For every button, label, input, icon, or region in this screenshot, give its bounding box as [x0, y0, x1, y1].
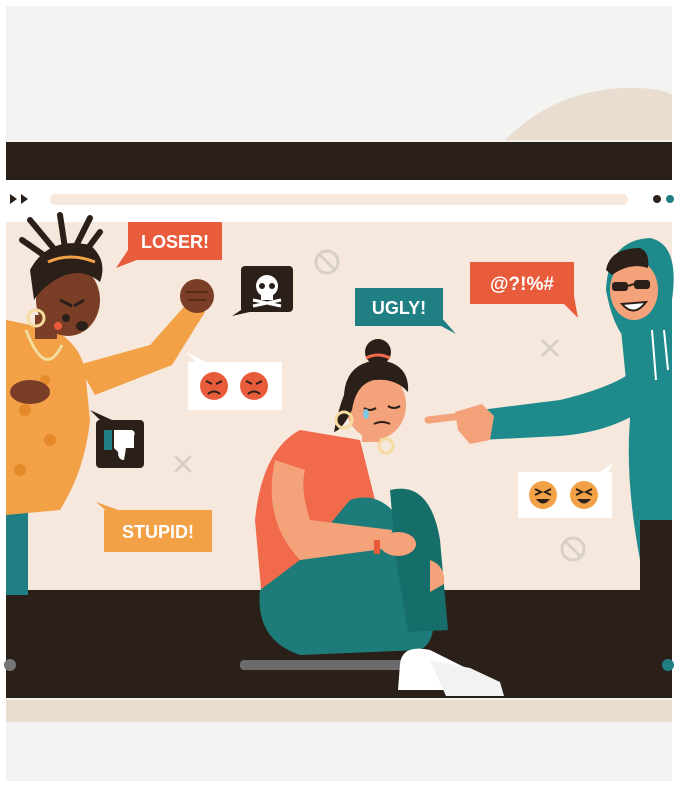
bubble-label: @?!%#	[490, 274, 554, 295]
window-top-bar	[6, 142, 672, 180]
laughing-face-icon	[570, 481, 598, 509]
bubble-label: STUPID!	[122, 522, 194, 542]
window-dot	[653, 195, 661, 203]
laughing-face-icon	[529, 481, 557, 509]
floor-shadow	[6, 700, 672, 722]
address-bar[interactable]	[50, 194, 628, 205]
bullying-illustration: LOSER! UGLY! @?!%# STUPID!	[0, 0, 678, 787]
window-dot	[4, 659, 16, 671]
bubble-label: UGLY!	[372, 298, 426, 318]
bubble-label: LOSER!	[141, 232, 209, 252]
window-dot	[666, 195, 674, 203]
window-dot	[662, 659, 674, 671]
angry-face-icon	[240, 372, 268, 400]
skull-bubble	[232, 266, 293, 316]
angry-face-icon	[200, 372, 228, 400]
